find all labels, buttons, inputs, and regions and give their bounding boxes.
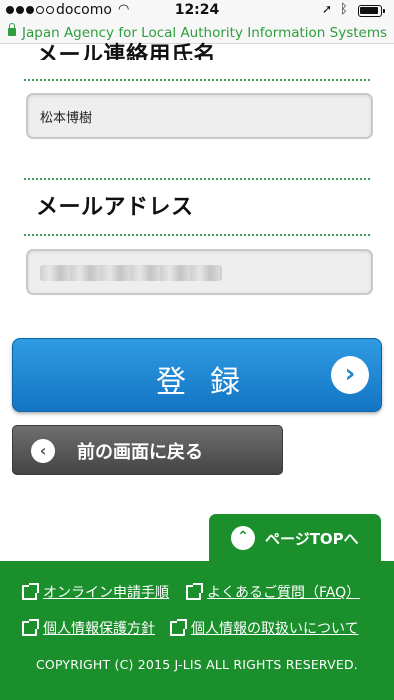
- email-field-heading: メールアドレス: [36, 195, 194, 220]
- footer-link-label: 個人情報保護方針: [43, 621, 155, 637]
- back-button-label: 前の画面に戻る: [77, 442, 203, 463]
- bluetooth-icon: ᛒ: [340, 2, 348, 17]
- register-button-label: 登録: [156, 365, 264, 400]
- section-divider: [24, 178, 370, 180]
- footer: オンライン申請手順 よくあるご質問（FAQ） 個人情報保護方針 個人情報の取扱い…: [0, 561, 394, 700]
- site-title: Japan Agency for Local Authority Informa…: [22, 25, 388, 41]
- name-input[interactable]: 松本博樹: [26, 93, 373, 139]
- chevron-left-icon: ‹: [31, 439, 55, 463]
- register-button[interactable]: 登録 ›: [12, 338, 382, 412]
- footer-link-label: よくあるご質問（FAQ）: [207, 585, 361, 601]
- section-divider: [24, 234, 370, 236]
- status-bar: docomo ◠ 12:24 ➚ ᛒ: [0, 0, 394, 22]
- external-link-icon: [22, 582, 39, 600]
- external-link-icon: [186, 582, 203, 600]
- footer-link-online-application[interactable]: オンライン申請手順: [22, 582, 169, 602]
- section-divider: [24, 79, 370, 81]
- footer-link-label: オンライン申請手順: [43, 585, 169, 601]
- back-button[interactable]: ‹ 前の画面に戻る: [12, 425, 283, 475]
- chevron-right-icon: ›: [331, 356, 369, 394]
- footer-link-faq[interactable]: よくあるご質問（FAQ）: [186, 582, 360, 602]
- email-input[interactable]: [26, 249, 373, 295]
- chevron-up-icon: ⌃: [231, 526, 255, 550]
- lock-icon: [8, 23, 16, 36]
- status-time: 12:24: [174, 2, 220, 18]
- page-top-label: ページTOPへ: [265, 530, 359, 548]
- external-link-icon: [22, 618, 39, 636]
- footer-link-label: 個人情報の取扱いについて: [191, 621, 359, 637]
- battery-icon: [358, 5, 385, 17]
- page-top-button[interactable]: ⌃ ページTOPへ: [209, 514, 381, 564]
- copyright-text: COPYRIGHT (C) 2015 J-LIS ALL RIGHTS RESE…: [35, 657, 358, 672]
- footer-link-privacy-policy[interactable]: 個人情報保護方針: [22, 618, 155, 638]
- footer-link-personal-info-handling[interactable]: 個人情報の取扱いについて: [170, 618, 359, 638]
- external-link-icon: [170, 618, 187, 636]
- email-value-redacted: [40, 265, 222, 281]
- name-field-heading: メール連絡用氏名: [36, 43, 217, 60]
- location-arrow-icon: ➚: [322, 2, 333, 16]
